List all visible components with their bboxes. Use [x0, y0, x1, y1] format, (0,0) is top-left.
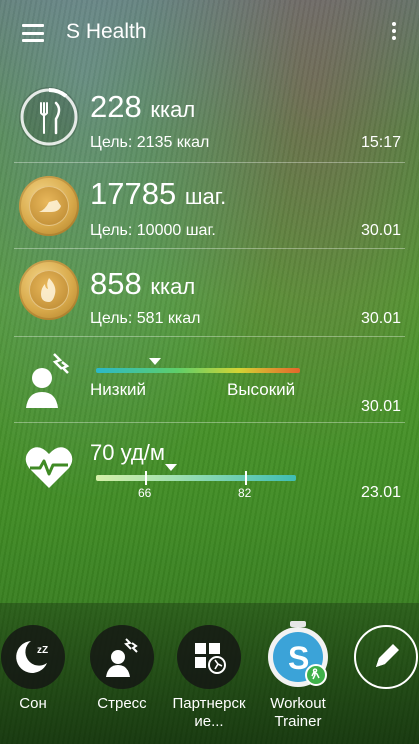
heart-rate-value: 70	[90, 440, 115, 465]
heart-rate-bar	[96, 475, 296, 481]
steps-value: 17785	[90, 176, 177, 211]
stress-high-label: Высокий	[227, 380, 296, 399]
exercise-time: 30.01	[360, 310, 401, 327]
svg-text:zZ: zZ	[37, 645, 48, 656]
more-options-icon[interactable]	[391, 22, 397, 44]
menu-icon[interactable]	[22, 24, 44, 42]
heart-rate-time: 23.01	[360, 484, 401, 501]
shortcut-workout-trainer[interactable]: S Workout Trainer	[256, 621, 340, 731]
shortcut-stress[interactable]: Стресс	[80, 625, 164, 713]
food-unit: ккал	[150, 97, 196, 122]
calories-medal-icon	[19, 260, 79, 320]
steps-unit: шаг.	[184, 184, 227, 209]
exercise-unit: ккал	[150, 274, 196, 299]
edit-icon	[354, 625, 418, 689]
shortcut-partner-apps-label: Партнерск ие...	[172, 695, 246, 730]
shortcut-sleep-label: Сон	[19, 695, 47, 712]
steps-count: 17785 шаг.	[90, 176, 226, 212]
stress-level-marker	[149, 358, 162, 365]
shortcut-workout-trainer-label: Workout Trainer	[270, 695, 326, 730]
stress-icon	[22, 350, 74, 408]
stress-gauge-bar	[96, 368, 300, 373]
heart-tick-low	[145, 471, 147, 485]
exercise-card[interactable]: 858 ккал Цель: 581 ккал 30.01	[0, 250, 419, 336]
steps-time: 30.01	[360, 222, 401, 239]
workout-trainer-icon: S	[266, 621, 330, 689]
heart-rate-unit: уд/м	[120, 440, 165, 465]
stress-icon	[90, 625, 154, 689]
exercise-calories: 858 ккал	[90, 266, 195, 302]
stress-card[interactable]: Низкий Высокий 30.01	[0, 338, 419, 422]
app-title: S Health	[66, 20, 147, 43]
shortcuts-bar: zZ Сон Стресс Партнерск ие... S Workout …	[0, 603, 419, 744]
heart-rate-marker	[165, 464, 177, 471]
food-value: 228	[90, 89, 142, 124]
divider	[14, 248, 405, 249]
food-tracker-card[interactable]: 228 ккал Цель: 2135 ккал 15:17	[0, 80, 419, 164]
food-icon	[19, 87, 79, 147]
steps-medal-icon	[19, 176, 79, 236]
food-goal: Цель: 2135 ккал	[90, 134, 210, 151]
exercise-goal: Цель: 581 ккал	[90, 310, 201, 327]
app-bar: S Health	[0, 0, 419, 66]
heart-tick-high-label: 82	[238, 486, 252, 500]
steps-card[interactable]: 17785 шаг. Цель: 10000 шаг. 30.01	[0, 164, 419, 248]
divider	[14, 336, 405, 337]
partner-apps-icon	[177, 625, 241, 689]
heart-rate-reading: 70 уд/м	[90, 440, 165, 466]
food-time: 15:17	[360, 134, 401, 151]
divider	[14, 162, 405, 163]
heart-tick-high	[245, 471, 247, 485]
stress-time: 30.01	[360, 398, 401, 415]
stress-low-label: Низкий	[90, 380, 146, 399]
heart-rate-gauge	[96, 464, 296, 485]
shortcut-sleep[interactable]: zZ Сон	[0, 625, 75, 713]
steps-goal: Цель: 10000 шаг.	[90, 222, 216, 239]
shortcut-partner-apps[interactable]: Партнерск ие...	[167, 625, 251, 731]
exercise-value: 858	[90, 266, 142, 301]
shortcut-edit[interactable]	[344, 625, 419, 689]
stress-gauge	[96, 358, 300, 373]
heart-rate-icon	[24, 444, 74, 490]
heart-rate-card[interactable]: 70 уд/м 66 82 23.01	[0, 424, 419, 514]
heart-tick-low-label: 66	[138, 486, 152, 500]
sleep-icon: zZ	[1, 625, 65, 689]
food-calories: 228 ккал	[90, 89, 195, 125]
shortcut-stress-label: Стресс	[97, 695, 147, 712]
divider	[14, 422, 405, 423]
